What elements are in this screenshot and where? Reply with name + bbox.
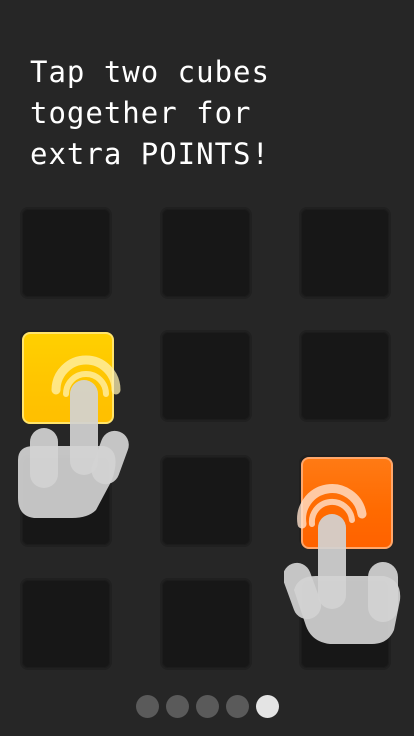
- grid-cell-r2-c3[interactable]: [299, 330, 391, 422]
- page-dot-2[interactable]: [165, 695, 189, 718]
- instruction-title: Tap two cubes together for extra POINTS!: [30, 52, 400, 175]
- grid-cell-r1-c3[interactable]: [299, 207, 391, 299]
- grid-cell-r3-c2[interactable]: [160, 455, 252, 547]
- grid-cell-r1-c2[interactable]: [160, 207, 252, 299]
- grid-cell-r1-c1[interactable]: [20, 207, 112, 299]
- instruction-line-3: extra POINTS!: [30, 137, 270, 171]
- page-dot-4[interactable]: [225, 695, 249, 718]
- page-indicator: [0, 695, 414, 719]
- grid-cell-r4-c1[interactable]: [20, 578, 112, 670]
- instruction-line-2: together for: [30, 96, 252, 130]
- grid-cell-r4-c2[interactable]: [160, 578, 252, 670]
- page-dot-1[interactable]: [135, 695, 159, 718]
- page-dot-5-active[interactable]: [255, 695, 279, 718]
- page-dot-3[interactable]: [195, 695, 219, 718]
- tap-hand-icon: [18, 355, 129, 518]
- grid-cell-r2-c2[interactable]: [160, 330, 252, 422]
- tap-hand-icon: [284, 484, 401, 644]
- instruction-line-1: Tap two cubes: [30, 55, 270, 89]
